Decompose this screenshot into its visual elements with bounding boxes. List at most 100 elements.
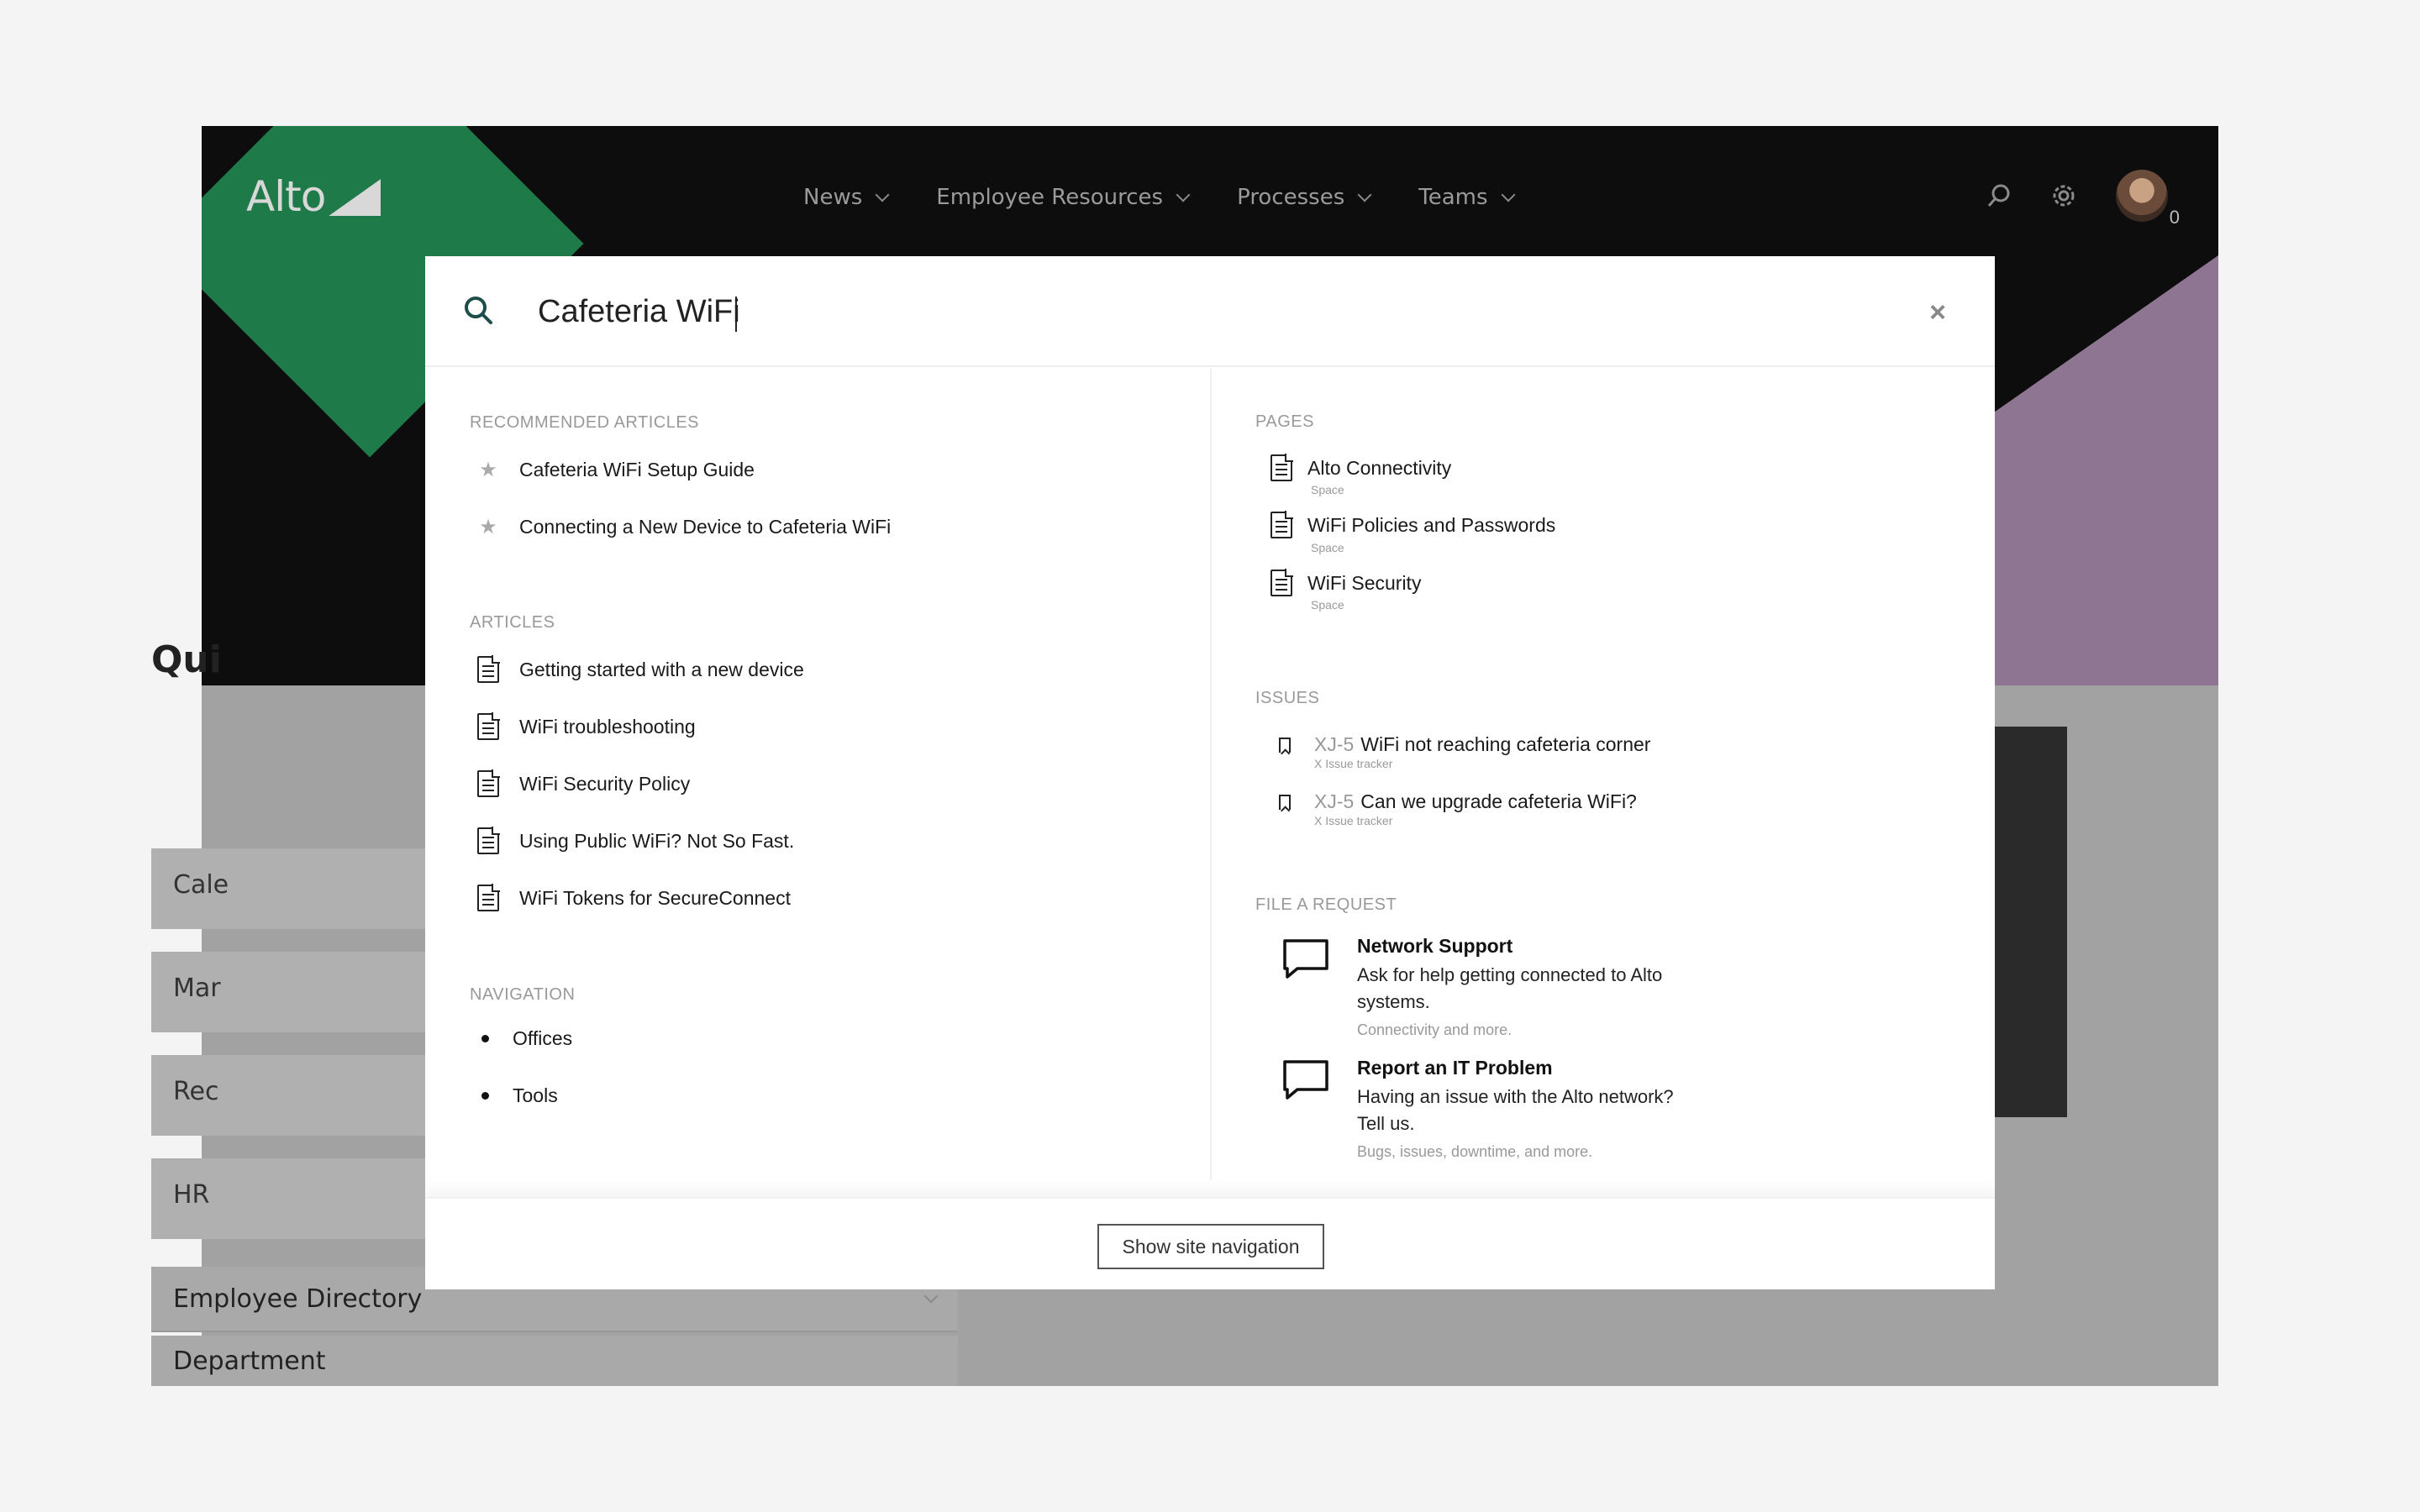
nav-label: News	[803, 185, 863, 210]
article-item[interactable]: WiFi Tokens for SecureConnect	[472, 884, 791, 911]
search-modal: × RECOMMENDED ARTICLES ★ Cafeteria WiFi S…	[425, 256, 1995, 1289]
request-description: Ask for help getting connected to Alto s…	[1357, 962, 1727, 1016]
issue-item-sub: X Issue tracker	[1314, 757, 1393, 770]
document-icon	[1270, 511, 1293, 538]
logo-mark-icon	[329, 179, 381, 216]
page-item-sub: Space	[1311, 598, 1344, 612]
star-icon: ★	[479, 459, 497, 481]
issue-key: XJ-5	[1314, 733, 1355, 755]
quick-links-title: Qui	[151, 638, 222, 681]
item-label: WiFi Tokens for SecureConnect	[519, 886, 791, 909]
bullet-icon	[481, 1035, 489, 1042]
chevron-down-icon	[1176, 187, 1191, 202]
chat-bubble-icon	[1283, 939, 1328, 979]
logo-text: Alto	[246, 172, 326, 221]
issue-item[interactable]: XJ-5 WiFi not reaching cafeteria corner	[1274, 733, 1650, 756]
article-item[interactable]: WiFi Security Policy	[472, 769, 691, 797]
gear-icon[interactable]	[2050, 182, 2077, 209]
issue-item[interactable]: XJ-5 Can we upgrade cafeteria WiFi?	[1274, 790, 1637, 813]
chevron-down-icon	[1357, 187, 1372, 202]
nav-label: Teams	[1418, 185, 1488, 210]
article-item[interactable]: WiFi troubleshooting	[472, 712, 696, 740]
show-site-navigation-button[interactable]: Show site navigation	[1097, 1224, 1324, 1269]
page-item-sub: Space	[1311, 541, 1344, 554]
user-avatar[interactable]: 0	[2116, 170, 2180, 228]
document-icon	[1270, 569, 1293, 596]
page-item[interactable]: WiFi Policies and Passwords	[1269, 511, 1556, 538]
request-description-line: Ask for help getting connected to Alto	[1357, 964, 1663, 985]
request-sub: Connectivity and more.	[1357, 1021, 1512, 1038]
item-label: WiFi Security Policy	[519, 772, 691, 795]
article-item[interactable]: Using Public WiFi? Not So Fast.	[472, 827, 794, 854]
item-label: Connecting a New Device to Cafeteria WiF…	[519, 516, 892, 538]
document-icon	[477, 769, 500, 797]
alto-logo[interactable]: Alto	[246, 172, 381, 221]
articles-label: ARTICLES	[470, 613, 555, 632]
star-icon: ★	[479, 516, 497, 538]
recommended-article-item[interactable]: ★ Connecting a New Device to Cafeteria Wi…	[472, 515, 891, 539]
document-icon	[477, 712, 500, 740]
request-description-line: Having an issue with the Alto network?	[1357, 1086, 1674, 1107]
nav-news[interactable]: News	[803, 185, 890, 210]
chat-bubble-icon	[1283, 1060, 1328, 1100]
item-label: WiFi Security	[1307, 571, 1422, 594]
request-title: Report an IT Problem	[1357, 1057, 1553, 1079]
request-sub: Bugs, issues, downtime, and more.	[1357, 1143, 1593, 1160]
top-navigation: News Employee Resources Processes Teams	[803, 185, 1516, 210]
recommended-articles-label: RECOMMENDED ARTICLES	[470, 413, 700, 432]
item-label: Offices	[513, 1027, 573, 1049]
item-label: Can we upgrade cafeteria WiFi?	[1360, 790, 1637, 812]
chevron-down-icon	[875, 187, 890, 202]
request-description: Having an issue with the Alto network? T…	[1357, 1084, 1727, 1137]
chevron-down-icon	[923, 1289, 939, 1304]
notification-count: 0	[2169, 207, 2180, 228]
search-input[interactable]	[538, 285, 1882, 339]
nav-employee-resources[interactable]: Employee Resources	[936, 185, 1191, 210]
row-label: Employee Directory	[173, 1284, 423, 1314]
item-label: WiFi not reaching cafeteria corner	[1360, 733, 1651, 755]
column-divider	[1210, 369, 1212, 1209]
close-icon[interactable]: ×	[1929, 297, 1946, 329]
search-bar: ×	[425, 256, 1995, 367]
header-actions: 0	[1986, 170, 2180, 228]
item-label: Using Public WiFi? Not So Fast.	[519, 829, 795, 852]
file-request-label: FILE A REQUEST	[1255, 895, 1397, 914]
issues-label: ISSUES	[1255, 689, 1320, 707]
pages-label: PAGES	[1255, 412, 1314, 431]
document-icon	[477, 884, 500, 911]
footer-fade	[425, 1180, 1995, 1197]
request-title: Network Support	[1357, 935, 1513, 957]
bookmark-icon	[1279, 794, 1291, 810]
navigation-item-tools[interactable]: Tools	[472, 1084, 558, 1107]
item-label: Getting started with a new device	[519, 658, 804, 680]
item-label: Alto Connectivity	[1307, 456, 1452, 479]
row-label: Department	[173, 1346, 326, 1376]
document-icon	[477, 655, 500, 683]
recommended-article-item[interactable]: ★ Cafeteria WiFi Setup Guide	[472, 458, 755, 482]
chevron-down-icon	[1501, 187, 1516, 202]
article-item[interactable]: Getting started with a new device	[472, 655, 804, 683]
page-item[interactable]: WiFi Security	[1269, 569, 1422, 596]
search-icon	[462, 294, 494, 330]
document-icon	[477, 827, 500, 854]
navigation-label: NAVIGATION	[470, 985, 576, 1004]
bullet-icon	[481, 1092, 489, 1100]
document-icon	[1270, 454, 1293, 481]
request-description-line: systems.	[1357, 991, 1430, 1012]
item-label: WiFi Policies and Passwords	[1307, 513, 1556, 536]
nav-processes[interactable]: Processes	[1237, 185, 1372, 210]
request-description-line: Tell us.	[1357, 1113, 1415, 1134]
navigation-item-offices[interactable]: Offices	[472, 1027, 572, 1050]
issue-key: XJ-5	[1314, 790, 1355, 812]
search-icon[interactable]	[1986, 183, 2012, 208]
department-row[interactable]: Department	[151, 1336, 958, 1386]
nav-teams[interactable]: Teams	[1418, 185, 1516, 210]
item-label: Tools	[513, 1084, 558, 1106]
item-label: Cafeteria WiFi Setup Guide	[519, 459, 755, 480]
text-caret	[735, 297, 737, 332]
nav-label: Processes	[1237, 185, 1345, 210]
nav-label: Employee Resources	[936, 185, 1164, 210]
page-item[interactable]: Alto Connectivity	[1269, 454, 1451, 481]
page-item-sub: Space	[1311, 483, 1344, 496]
issue-item-sub: X Issue tracker	[1314, 814, 1393, 827]
